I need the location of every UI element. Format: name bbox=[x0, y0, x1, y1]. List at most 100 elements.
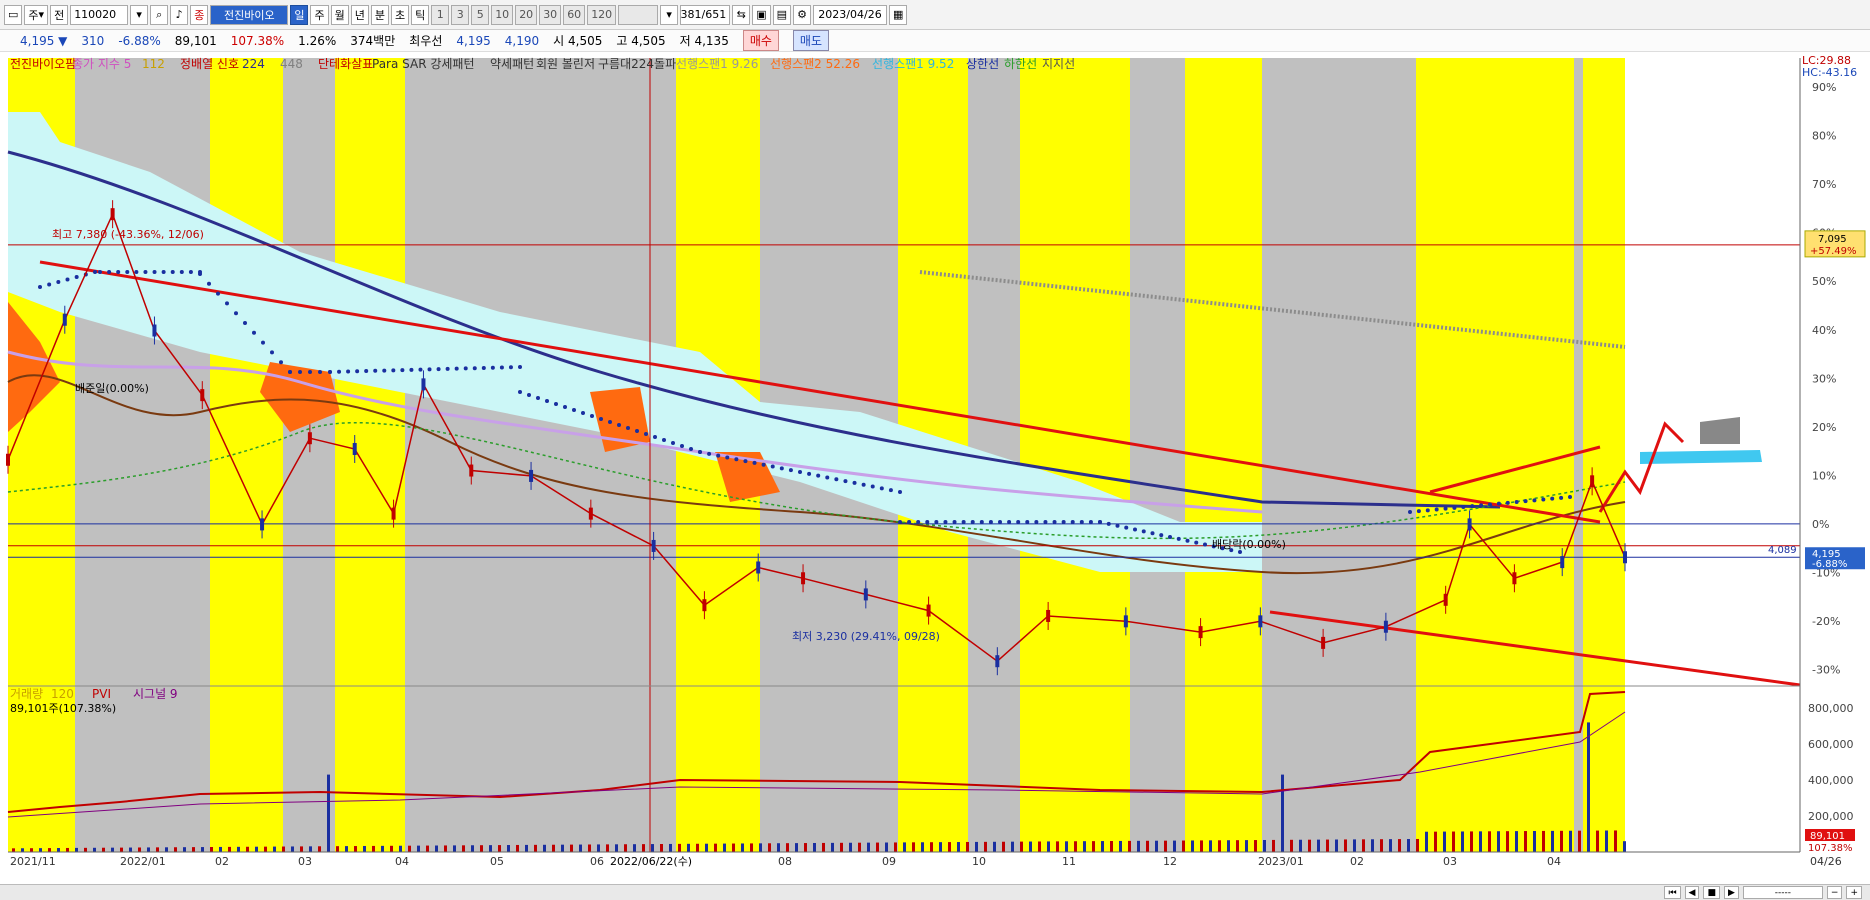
psar-dot bbox=[56, 280, 61, 284]
interval-custom-input[interactable] bbox=[618, 4, 659, 25]
interval-60[interactable]: 60 bbox=[563, 4, 586, 25]
candle-body bbox=[863, 588, 868, 601]
volume-bar bbox=[1209, 840, 1212, 852]
period-week[interactable]: 주 bbox=[310, 4, 329, 25]
interval-dropdown-icon[interactable]: ▾ bbox=[660, 4, 679, 25]
volume-bar bbox=[498, 845, 501, 852]
volume-bar bbox=[759, 843, 762, 852]
print-icon[interactable]: ▤ bbox=[772, 4, 791, 25]
search-icon[interactable]: ⌕ bbox=[150, 4, 169, 25]
psar-dot bbox=[134, 270, 139, 274]
psar-dot bbox=[198, 272, 202, 276]
volume-bar bbox=[642, 844, 645, 852]
volume-bar bbox=[615, 844, 618, 852]
interval-5[interactable]: 5 bbox=[471, 4, 490, 25]
stock-code-input[interactable]: 110020 bbox=[70, 4, 129, 25]
psar-dot bbox=[288, 370, 292, 374]
period-year[interactable]: 년 bbox=[350, 4, 369, 25]
psar-dot bbox=[861, 482, 866, 487]
period-month[interactable]: 월 bbox=[330, 4, 349, 25]
psar-dot bbox=[270, 350, 274, 355]
interval-10[interactable]: 10 bbox=[491, 4, 514, 25]
psar-dot bbox=[1452, 505, 1457, 510]
market-select[interactable]: 주 ▾ bbox=[24, 4, 49, 25]
cloud-cyan-future bbox=[1640, 450, 1762, 464]
zoom-slider[interactable]: ‑‑‑‑‑ bbox=[1742, 886, 1823, 899]
psar-dot bbox=[1061, 520, 1066, 524]
candle-body bbox=[1383, 620, 1388, 633]
stop-icon[interactable]: ■ bbox=[1703, 886, 1720, 899]
x-tick-label: 02 bbox=[1350, 855, 1364, 868]
volume-bar bbox=[516, 844, 519, 852]
period-second[interactable]: 초 bbox=[390, 4, 410, 25]
interval-30[interactable]: 30 bbox=[539, 4, 562, 25]
volume-bar bbox=[669, 843, 672, 852]
volume-bar bbox=[102, 847, 105, 852]
window-menu-icon[interactable]: ▭ bbox=[4, 4, 23, 25]
stock-name[interactable]: 전진바이오 bbox=[210, 4, 289, 25]
interval-120[interactable]: 120 bbox=[587, 4, 617, 25]
interval-1[interactable]: 1 bbox=[431, 4, 450, 25]
volume-bar bbox=[381, 845, 384, 852]
psar-dot bbox=[563, 405, 567, 409]
volume-tick-label: 600,000 bbox=[1808, 738, 1854, 751]
scroll-start-icon[interactable]: ⏮ bbox=[1664, 886, 1681, 899]
volume-bar bbox=[1452, 831, 1455, 852]
zoom-out-icon[interactable]: − bbox=[1826, 886, 1843, 899]
volume-bar bbox=[1380, 839, 1383, 852]
date-input[interactable]: 2023/04/26 bbox=[813, 4, 887, 25]
volume-bar bbox=[1335, 839, 1338, 852]
psar-dot bbox=[225, 301, 229, 306]
volume-bar bbox=[435, 845, 438, 852]
sell-button[interactable]: 매도 bbox=[792, 30, 830, 51]
interval-3[interactable]: 3 bbox=[451, 4, 470, 25]
buy-button[interactable]: 매수 bbox=[742, 30, 779, 51]
speaker-icon[interactable]: ♪ bbox=[170, 4, 189, 25]
compare-icon[interactable]: ⇆ bbox=[732, 4, 751, 25]
volume-tick-label: 200,000 bbox=[1808, 810, 1854, 823]
volume-bar bbox=[75, 847, 78, 852]
x-tick-label: 03 bbox=[1443, 855, 1457, 868]
psar-dot bbox=[590, 414, 594, 418]
code-dropdown-icon[interactable]: ▾ bbox=[130, 4, 149, 25]
candle-body bbox=[588, 507, 593, 520]
psar-dot bbox=[1079, 520, 1084, 524]
calendar-icon[interactable]: ▦ bbox=[889, 4, 908, 25]
band-3 bbox=[283, 58, 335, 852]
y-tick-label: -20% bbox=[1812, 615, 1840, 628]
gear-icon[interactable]: ⚙ bbox=[793, 4, 811, 25]
period-tick[interactable]: 틱 bbox=[411, 4, 430, 25]
zoom-in-icon[interactable]: + bbox=[1846, 886, 1862, 899]
psar-dot bbox=[152, 270, 157, 274]
count-input[interactable]: 381/651 bbox=[680, 4, 731, 25]
period-minute[interactable]: 분 bbox=[370, 4, 389, 25]
psar-dot bbox=[1088, 520, 1093, 524]
interval-20[interactable]: 20 bbox=[515, 4, 538, 25]
volume-bar bbox=[309, 846, 312, 852]
psar-dot bbox=[308, 370, 312, 374]
legend-item: 구름대224돌파 bbox=[598, 57, 676, 71]
volume-bar bbox=[903, 842, 906, 852]
candle-body bbox=[110, 208, 115, 221]
psar-dot bbox=[1016, 520, 1021, 524]
psar-dot bbox=[346, 369, 351, 374]
volume-bar bbox=[156, 847, 159, 852]
volume-bar bbox=[93, 847, 96, 852]
save-icon[interactable]: ▣ bbox=[752, 4, 771, 25]
volume-bar bbox=[66, 847, 69, 852]
y-tick-label: 20% bbox=[1812, 421, 1836, 434]
psar-dot bbox=[318, 370, 322, 374]
psar-dot bbox=[825, 475, 830, 480]
period-day[interactable]: 일 bbox=[290, 4, 309, 25]
volume-bar bbox=[993, 841, 996, 852]
volume-bar bbox=[273, 846, 276, 852]
psar-dot bbox=[298, 370, 302, 374]
scroll-prev-icon[interactable]: ◀ bbox=[1684, 886, 1700, 899]
stock-chart[interactable]: 90%80%70%60%50%40%30%20%10%0%-10%-20%-30… bbox=[0, 52, 1870, 884]
scroll-next-icon[interactable]: ▶ bbox=[1723, 886, 1739, 899]
psar-dot bbox=[807, 471, 812, 476]
x-tick-label: 06 bbox=[590, 855, 604, 868]
candle-body bbox=[1321, 636, 1326, 649]
psar-dot bbox=[879, 486, 884, 491]
prev-button[interactable]: 전 bbox=[50, 4, 69, 25]
